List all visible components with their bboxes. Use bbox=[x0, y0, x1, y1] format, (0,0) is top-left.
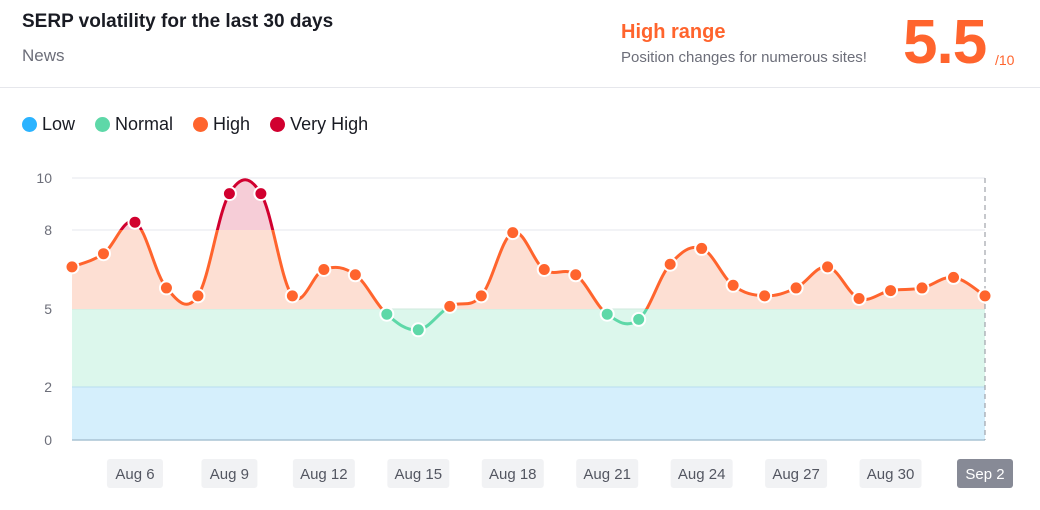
data-point[interactable] bbox=[473, 288, 489, 304]
data-point[interactable] bbox=[568, 267, 584, 283]
y-tick-label: 2 bbox=[44, 379, 52, 395]
area-high bbox=[72, 230, 985, 309]
data-point[interactable] bbox=[221, 186, 237, 202]
data-point[interactable] bbox=[536, 262, 552, 277]
header: SERP volatility for the last 30 days New… bbox=[0, 0, 1040, 88]
x-tick-label: Sep 2 bbox=[965, 466, 1004, 483]
data-point[interactable] bbox=[284, 288, 300, 304]
y-tick-label: 0 bbox=[44, 432, 52, 448]
legend-dot-icon bbox=[95, 117, 111, 132]
data-point[interactable] bbox=[883, 283, 899, 299]
data-point[interactable] bbox=[631, 311, 647, 327]
y-tick-label: 8 bbox=[44, 222, 52, 238]
x-tick-label: Aug 24 bbox=[678, 466, 726, 483]
category-subtitle: News bbox=[22, 46, 65, 65]
data-point[interactable] bbox=[599, 306, 615, 322]
volatility-score-max: /10 bbox=[995, 52, 1015, 68]
legend-dot-icon bbox=[22, 117, 37, 132]
data-point[interactable] bbox=[820, 259, 836, 275]
page-title: SERP volatility for the last 30 days bbox=[22, 11, 334, 32]
data-point[interactable] bbox=[158, 280, 174, 296]
y-tick-label: 5 bbox=[44, 301, 52, 317]
volatility-score: 5.5 bbox=[903, 8, 987, 77]
range-status-title: High range bbox=[621, 21, 726, 43]
data-point[interactable] bbox=[725, 277, 741, 293]
data-point[interactable] bbox=[694, 240, 710, 256]
legend-label: Very High bbox=[290, 114, 369, 134]
data-point[interactable] bbox=[316, 262, 332, 277]
x-tick-label: Aug 30 bbox=[867, 466, 915, 483]
legend-item-normal[interactable]: Normal bbox=[95, 114, 173, 135]
data-point[interactable] bbox=[95, 246, 111, 262]
x-tick-label: Aug 21 bbox=[583, 466, 631, 483]
data-point[interactable] bbox=[946, 269, 962, 285]
data-point[interactable] bbox=[788, 280, 804, 296]
data-point[interactable] bbox=[127, 214, 143, 230]
legend-item-low[interactable]: Low bbox=[22, 114, 75, 135]
data-point[interactable] bbox=[662, 256, 678, 272]
legend-label: High bbox=[213, 114, 251, 134]
data-point[interactable] bbox=[64, 259, 80, 275]
data-point[interactable] bbox=[442, 298, 458, 314]
data-point[interactable] bbox=[190, 288, 206, 304]
legend-dot-icon bbox=[270, 117, 286, 132]
chart-legend: Low Normal High Very High bbox=[22, 114, 368, 135]
x-tick-label: Aug 15 bbox=[395, 466, 443, 483]
legend-label: Low bbox=[42, 114, 76, 134]
legend-item-high[interactable]: High bbox=[193, 114, 250, 135]
x-tick-label: Aug 6 bbox=[115, 466, 154, 483]
volatility-chart: 0 2 5 8 10 Aug 6 Aug 9 Aug 12 Aug 15 Aug 18 Aug 21… bbox=[36, 170, 1013, 488]
data-point[interactable] bbox=[379, 306, 395, 322]
y-tick-label: 10 bbox=[36, 170, 52, 186]
band-low bbox=[72, 387, 985, 440]
band-normal bbox=[72, 309, 985, 387]
range-status-description: Position changes for numerous sites! bbox=[621, 49, 867, 66]
x-tick-label: Aug 12 bbox=[300, 466, 348, 483]
x-tick-label: Aug 18 bbox=[489, 466, 537, 483]
legend-dot-icon bbox=[193, 117, 209, 132]
legend-item-very-high[interactable]: Very High bbox=[270, 114, 368, 135]
x-tick-label: Aug 27 bbox=[772, 466, 820, 483]
data-point[interactable] bbox=[851, 290, 867, 306]
data-point[interactable] bbox=[505, 225, 521, 241]
data-point[interactable] bbox=[757, 288, 773, 304]
legend-label: Normal bbox=[115, 114, 174, 134]
data-point[interactable] bbox=[347, 267, 363, 283]
data-point[interactable] bbox=[410, 322, 426, 338]
data-point[interactable] bbox=[253, 186, 269, 202]
data-point[interactable] bbox=[977, 288, 993, 304]
data-point[interactable] bbox=[914, 280, 930, 296]
x-tick-label: Aug 9 bbox=[210, 466, 249, 483]
